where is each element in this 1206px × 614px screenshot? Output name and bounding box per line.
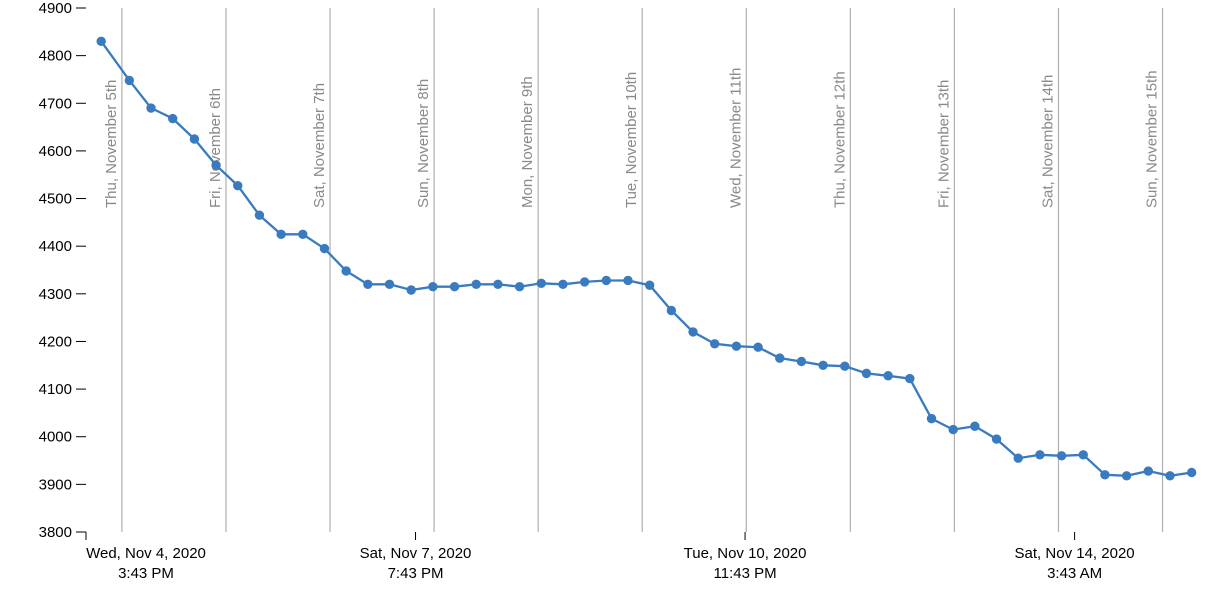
x-tick-label-line1: Tue, Nov 10, 2020 <box>684 545 807 562</box>
series-point <box>862 369 870 377</box>
series-point <box>992 435 1000 443</box>
series-point <box>125 76 133 84</box>
y-tick-label: 4000 <box>39 429 72 446</box>
day-gridline-label: Sun, November 15th <box>1144 70 1161 208</box>
x-tick-label-line2: 11:43 PM <box>714 565 777 582</box>
series-point <box>971 422 979 430</box>
day-gridline-label: Fri, November 13th <box>935 80 952 208</box>
day-gridline-label: Wed, November 11th <box>727 68 744 208</box>
series-point <box>580 278 588 286</box>
x-tick-label-line1: Sat, Nov 7, 2020 <box>360 545 472 562</box>
series-point <box>1187 468 1195 476</box>
series-point <box>342 267 350 275</box>
series-point <box>1101 471 1109 479</box>
series-point <box>494 280 502 288</box>
series-point <box>407 286 415 294</box>
series-point <box>1079 451 1087 459</box>
y-tick-label: 3900 <box>39 476 72 493</box>
y-tick-label: 4500 <box>39 191 72 208</box>
series-point <box>602 276 610 284</box>
day-gridline-label: Fri, November 6th <box>207 88 224 208</box>
series-point <box>667 306 675 314</box>
y-tick-label: 4600 <box>39 143 72 160</box>
series-point <box>385 280 393 288</box>
series-point <box>472 280 480 288</box>
x-tick-label-line1: Wed, Nov 4, 2020 <box>86 545 206 562</box>
series-point <box>689 328 697 336</box>
series-point <box>927 414 935 422</box>
y-tick-label: 4900 <box>39 0 72 17</box>
series-point <box>797 357 805 365</box>
y-tick-label: 4200 <box>39 333 72 350</box>
x-tick-label-line2: 3:43 PM <box>118 565 174 582</box>
series-point <box>559 280 567 288</box>
series-point <box>97 37 105 45</box>
series-point <box>711 340 719 348</box>
series-point <box>906 374 914 382</box>
x-tick-label-line2: 7:43 PM <box>388 565 444 582</box>
series-point <box>754 343 762 351</box>
line-chart: Thu, November 5th Fri, November 6th Sat, N… <box>0 0 1206 614</box>
series-point <box>190 135 198 143</box>
series-point <box>169 114 177 122</box>
series-point <box>299 230 307 238</box>
y-tick-label: 4700 <box>39 95 72 112</box>
series-point <box>515 282 523 290</box>
y-tick-label: 3800 <box>39 524 72 541</box>
day-gridline-label: Thu, November 12th <box>831 71 848 208</box>
y-tick-label: 4800 <box>39 48 72 65</box>
series-point <box>819 361 827 369</box>
series-point <box>1036 451 1044 459</box>
y-tick-label: 4100 <box>39 381 72 398</box>
series-point <box>841 362 849 370</box>
series-point <box>255 211 263 219</box>
series-point <box>645 281 653 289</box>
series-point <box>277 230 285 238</box>
series-point <box>429 282 437 290</box>
x-tick-label-line2: 3:43 AM <box>1047 565 1102 582</box>
series-point <box>364 280 372 288</box>
day-gridline-label: Tue, November 10th <box>623 72 640 208</box>
series-point <box>147 104 155 112</box>
y-tick-label: 4300 <box>39 286 72 303</box>
day-gridline-label: Sat, November 7th <box>311 83 328 208</box>
series-point <box>537 279 545 287</box>
day-gridline-label: Mon, November 9th <box>519 76 536 208</box>
series-point <box>1166 472 1174 480</box>
day-gridline-label: Sat, November 14th <box>1039 75 1056 208</box>
series-point <box>450 282 458 290</box>
series-point <box>1144 467 1152 475</box>
series-point <box>732 342 740 350</box>
series-point <box>320 244 328 252</box>
x-tick-label-line1: Sat, Nov 14, 2020 <box>1015 545 1135 562</box>
series-point <box>776 354 784 362</box>
y-tick-label: 4400 <box>39 238 72 255</box>
chart-container: Thu, November 5th Fri, November 6th Sat, N… <box>0 0 1206 614</box>
series-line <box>101 41 1192 476</box>
series-point <box>1122 472 1130 480</box>
day-gridline-label: Thu, November 5th <box>103 80 120 208</box>
series-point <box>1014 454 1022 462</box>
series-point <box>949 425 957 433</box>
series-point <box>624 276 632 284</box>
series-point <box>1057 452 1065 460</box>
day-gridline-label: Sun, November 8th <box>415 79 432 208</box>
series-point <box>234 181 242 189</box>
series-point <box>884 372 892 380</box>
series-point <box>212 161 220 169</box>
